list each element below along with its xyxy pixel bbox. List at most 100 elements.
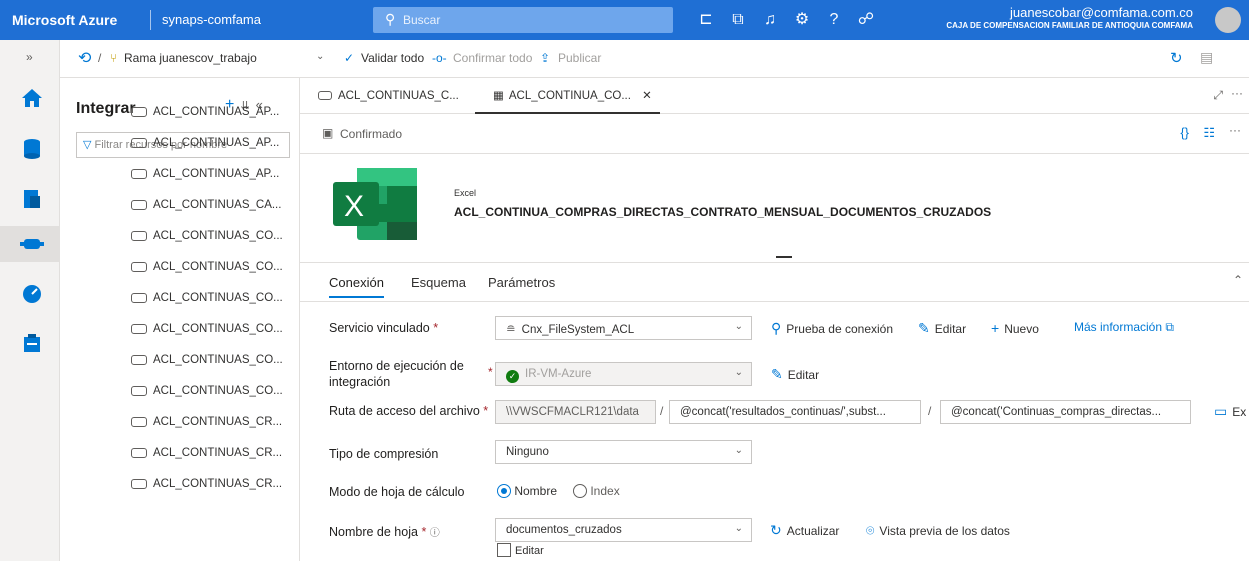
list-item[interactable]: ACL_CONTINUAS_AP... <box>131 137 279 159</box>
dataset-type: Excel <box>454 188 477 198</box>
confirm-all-button[interactable]: Confirmar todo <box>453 51 532 65</box>
help-icon[interactable]: ? <box>820 0 848 40</box>
edit-checkbox[interactable]: Editar <box>497 543 544 557</box>
sheet-mode-name-radio[interactable]: Nombre <box>497 484 557 498</box>
sheet-mode-index-radio[interactable]: Index <box>573 484 620 498</box>
data-icon[interactable] <box>22 138 42 160</box>
list-item-label: ACL_CONTINUAS_CO... <box>153 323 283 335</box>
user-account[interactable]: juanescobar@comfama.com.co CAJA DE COMPE… <box>946 5 1193 30</box>
publish-button[interactable]: Publicar <box>558 51 601 65</box>
radio-unchecked-icon <box>573 484 587 498</box>
dataset-icon <box>131 323 147 334</box>
list-item-label: ACL_CONTINUAS_CO... <box>153 385 283 397</box>
home-icon[interactable] <box>20 87 44 109</box>
properties-icon[interactable]: ☷ <box>1203 125 1215 141</box>
monitor-icon[interactable] <box>22 284 42 304</box>
dataset-icon <box>131 230 147 241</box>
dataset-icon <box>131 106 147 117</box>
branch-selector[interactable]: Rama juanescov_trabajo <box>124 51 257 65</box>
refresh-icon[interactable]: ↻ <box>1170 49 1183 67</box>
edit-linked-service-button[interactable]: ✎ Editar <box>918 320 966 337</box>
list-item[interactable]: ACL_CONTINUAS_AP... <box>131 168 279 190</box>
manage-icon[interactable] <box>22 332 42 354</box>
runtime-select[interactable]: ✓ IR-VM-Azure ⌄ <box>495 362 752 386</box>
brand-title[interactable]: Microsoft Azure <box>12 0 117 40</box>
list-item[interactable]: ACL_CONTINUAS_CA... <box>131 199 281 221</box>
code-icon[interactable]: {} <box>1180 125 1189 140</box>
tab-pipeline[interactable]: ACL_CONTINUAS_C... <box>300 78 465 114</box>
browse-button[interactable]: ▭ Ex <box>1214 403 1249 420</box>
dataset-icon <box>131 199 147 210</box>
status-label: Confirmado <box>340 127 403 141</box>
notifications-icon[interactable]: ♫ <box>756 0 784 40</box>
new-linked-service-button[interactable]: + Nuevo <box>991 320 1039 336</box>
dataset-icon <box>131 416 147 427</box>
preview-data-button[interactable]: ⌾ Vista previa de los datos <box>866 522 1010 539</box>
file-path-file-input[interactable]: @concat('Continuas_compras_directas... <box>940 400 1191 424</box>
list-item[interactable]: ACL_CONTINUAS_CO... <box>131 292 283 314</box>
list-item[interactable]: ACL_CONTINUAS_CR... <box>131 447 282 469</box>
feedback-icon[interactable]: ⊏ <box>692 0 720 40</box>
breadcrumb-sep: / <box>98 51 102 65</box>
left-rail: » <box>0 40 60 561</box>
more-info-link[interactable]: Más información ⧉ <box>1074 320 1174 335</box>
resize-handle[interactable] <box>776 256 792 258</box>
path-sep: / <box>928 404 932 418</box>
svg-text:X: X <box>344 190 364 223</box>
more-icon[interactable]: ··· <box>1231 86 1243 100</box>
discard-icon[interactable]: ▤ <box>1200 49 1213 66</box>
compression-select[interactable]: Ninguno ⌄ <box>495 440 752 464</box>
dataset-name: ACL_CONTINUA_COMPRAS_DIRECTAS_CONTRATO_M… <box>454 205 992 219</box>
tab-parameters[interactable]: Parámetros <box>488 275 555 290</box>
settings-icon[interactable]: ⚙ <box>788 0 816 40</box>
validate-all-button[interactable]: Validar todo <box>361 51 424 65</box>
tab-label: ACL_CONTINUAS_C... <box>338 90 459 102</box>
edit-runtime-button[interactable]: ✎ Editar <box>771 366 819 383</box>
integrate-icon[interactable] <box>20 236 44 252</box>
list-item[interactable]: ACL_CONTINUAS_CO... <box>131 385 283 407</box>
list-item[interactable]: ACL_CONTINUAS_CO... <box>131 323 283 345</box>
preview-icon: ⌾ <box>866 522 875 538</box>
tab-schema[interactable]: Esquema <box>411 275 466 290</box>
tab-connection[interactable]: Conexión <box>329 275 384 298</box>
maximize-icon[interactable]: ⤢ <box>1213 88 1223 103</box>
cloud-shell-icon[interactable]: ☍ <box>852 0 880 40</box>
refresh-sheets-button[interactable]: ↻ Actualizar <box>770 522 839 539</box>
list-item-label: ACL_CONTINUAS_CR... <box>153 478 283 490</box>
directory-icon[interactable]: ⧉ <box>724 0 752 40</box>
list-item[interactable]: ACL_CONTINUAS_CO... <box>131 230 283 252</box>
radio-checked-icon <box>497 484 511 498</box>
test-connection-button[interactable]: ⚲ Prueba de conexión <box>771 320 893 337</box>
chevron-down-icon: ⌄ <box>734 321 743 332</box>
path-sep: / <box>660 404 664 418</box>
file-path-directory-input[interactable]: @concat('resultados_continuas/',subst... <box>669 400 921 424</box>
dataset-icon <box>131 168 147 179</box>
expand-icon[interactable]: » <box>26 50 33 64</box>
list-item-label: ACL_CONTINUAS_AP... <box>153 106 280 118</box>
chevron-up-icon[interactable]: ⌃ <box>1233 273 1243 287</box>
search-icon: ⚲ <box>385 11 396 27</box>
develop-icon[interactable] <box>22 188 42 210</box>
list-item[interactable]: ACL_CONTINUAS_CR... <box>131 416 282 438</box>
list-item[interactable]: ACL_CONTINUAS_CO... <box>131 261 283 283</box>
panel-title: Integrar <box>76 100 136 117</box>
avatar[interactable] <box>1215 7 1241 33</box>
list-item-label: ACL_CONTINUAS_CO... <box>153 292 283 304</box>
sheet-mode-label: Modo de hoja de cálculo <box>329 485 465 499</box>
more-icon[interactable]: ··· <box>1229 123 1241 137</box>
git-icon[interactable]: ⟲ <box>78 48 91 68</box>
file-path-container-input[interactable]: \\VWSCFMACLR121\data <box>495 400 656 424</box>
dataset-icon <box>131 385 147 396</box>
chevron-down-icon[interactable]: ⌄ <box>316 51 324 62</box>
list-item[interactable]: ACL_CONTINUAS_AP... <box>131 106 279 128</box>
tab-dataset[interactable]: ▦ ACL_CONTINUA_CO... ✕ <box>475 78 660 114</box>
user-org: CAJA DE COMPENSACION FAMILIAR DE ANTIOQU… <box>946 21 1193 30</box>
list-item[interactable]: ACL_CONTINUAS_CR... <box>131 478 282 500</box>
linked-service-select[interactable]: ≘ Cnx_FileSystem_ACL ⌄ <box>495 316 752 340</box>
sheet-name-select[interactable]: documentos_cruzados ⌄ <box>495 518 752 542</box>
close-icon[interactable]: ✕ <box>642 90 652 102</box>
search-box[interactable]: ⚲ Buscar <box>373 7 673 33</box>
sheet-name-label: Nombre de hoja * ⓘ <box>329 525 440 539</box>
list-item[interactable]: ACL_CONTINUAS_CO... <box>131 354 283 376</box>
workspace-name[interactable]: synaps-comfama <box>162 0 261 40</box>
